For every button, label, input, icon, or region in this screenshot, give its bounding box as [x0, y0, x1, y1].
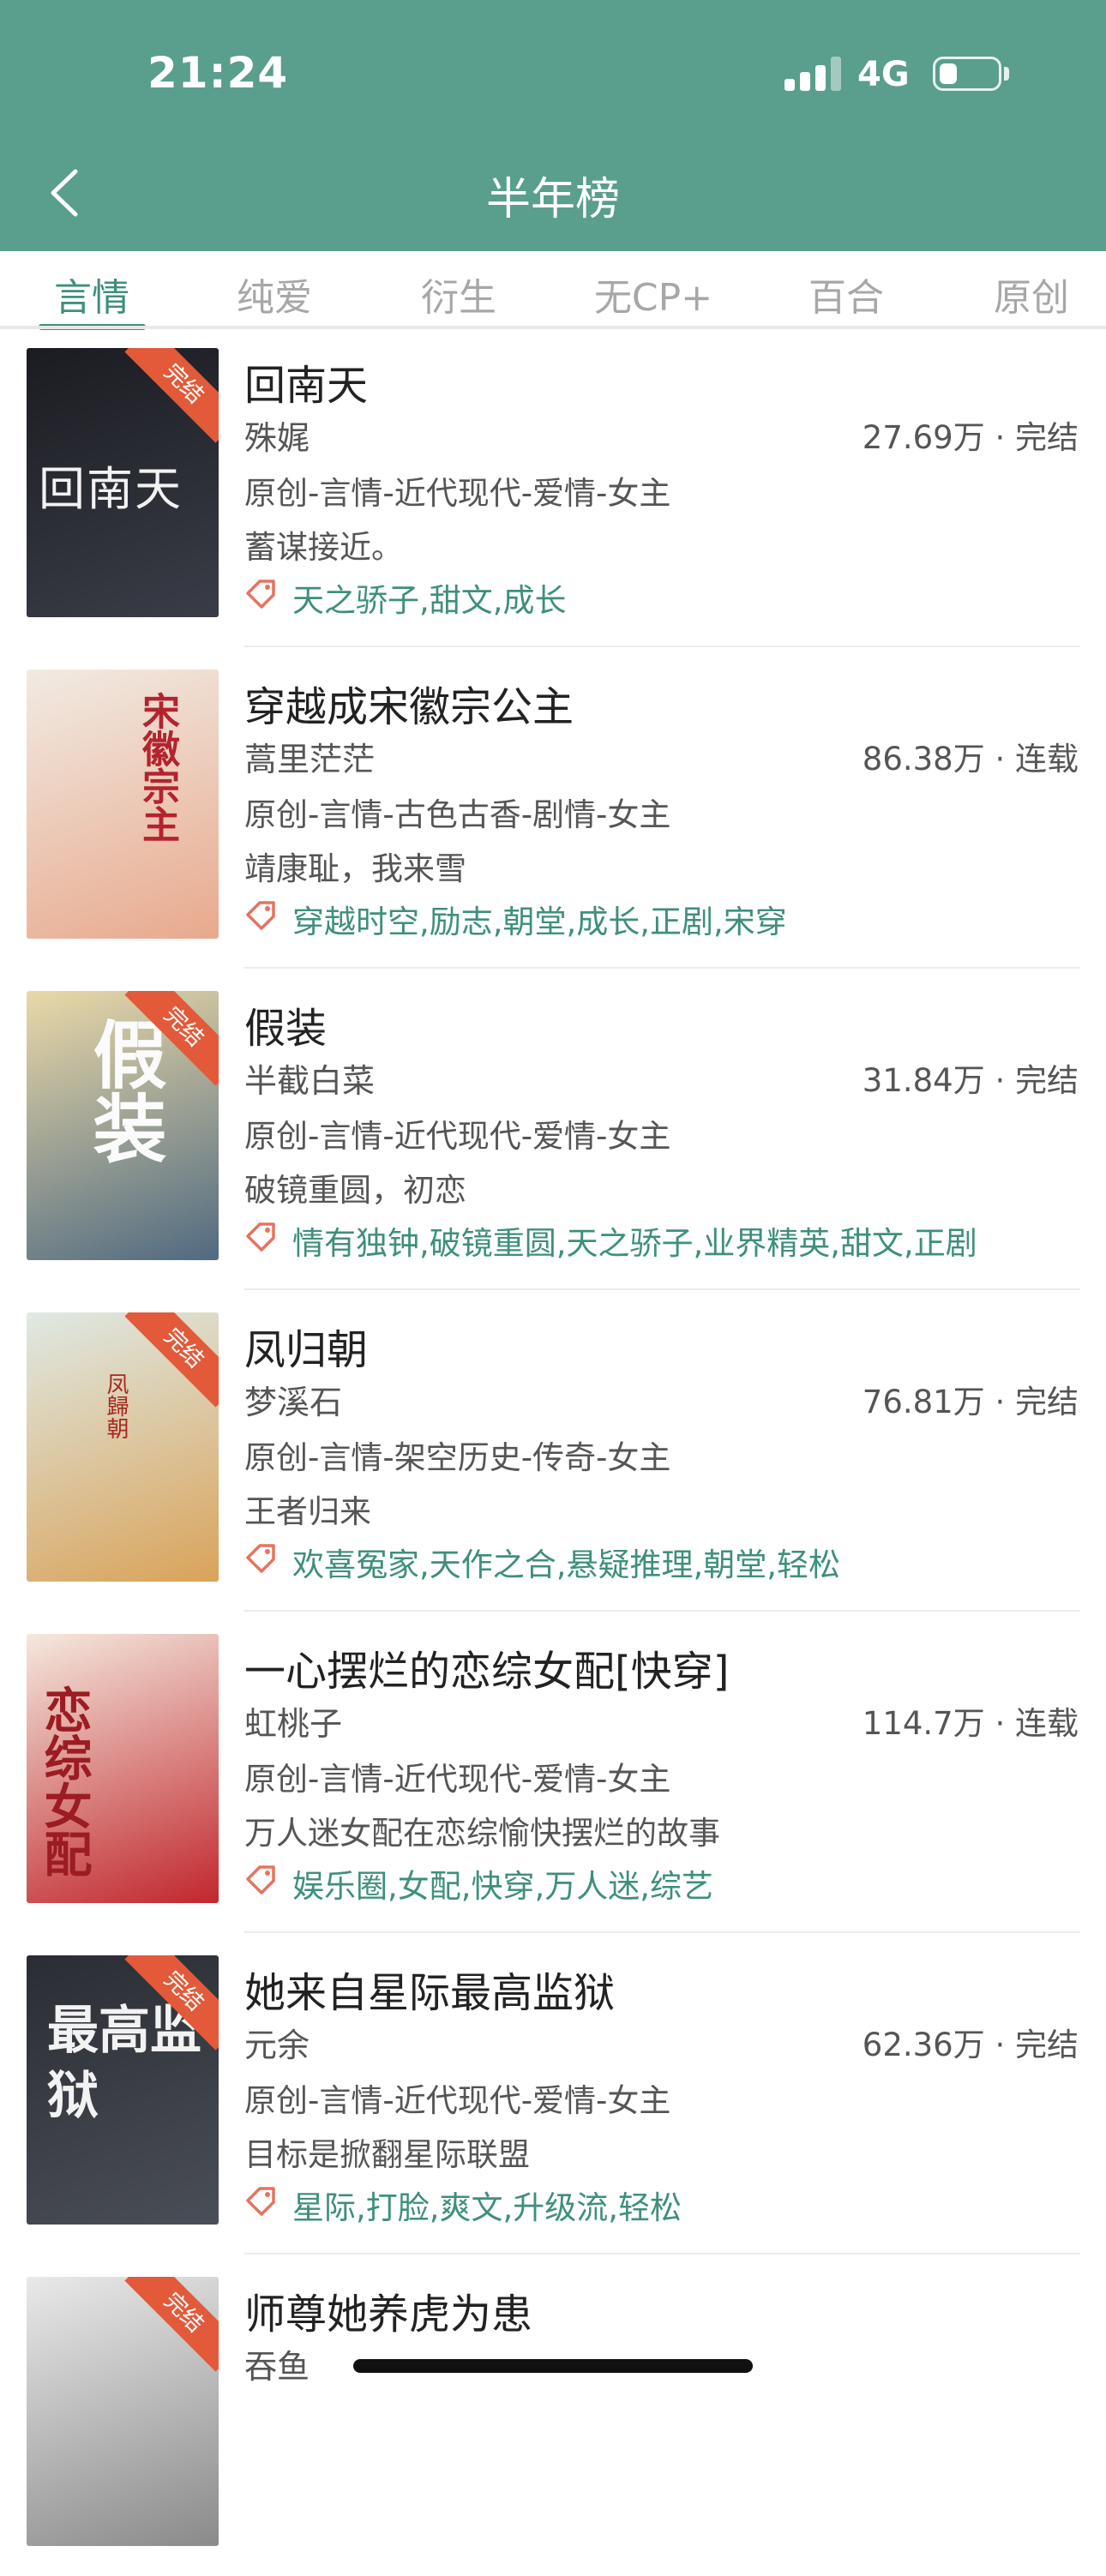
battery-icon: [933, 57, 1001, 91]
book-item[interactable]: 最高监狱 完结 她来自星际最高监狱 元余 62.36万 · 完结原创-言情-近代现代-爱…: [0, 1933, 1106, 2255]
book-author[interactable]: 殊娓: [244, 411, 310, 459]
book-tags[interactable]: 情有独钟,破镜重圆,天之骄子,业界精英,甜文,正剧: [292, 1217, 977, 1264]
tag-icon: [244, 2183, 279, 2218]
tab-baihe[interactable]: 百合: [808, 267, 884, 321]
page-title: 半年榜: [485, 174, 620, 225]
book-stats: 86.38万 · 连载: [862, 741, 1079, 778]
book-item[interactable]: 假装 完结 假装 半截白菜 31.84万 · 完结 原创-言情-近代现代-爱情-女主 破镜重…: [0, 969, 1106, 1290]
book-tags[interactable]: 星际,打脸,爽文,升级流,轻松: [292, 2182, 682, 2228]
book-genre: 原创-言情-近代现代-爱情-女主: [244, 2082, 671, 2119]
cover-title: 恋综女配: [36, 1685, 93, 1877]
book-title[interactable]: 回南天: [244, 351, 368, 411]
book-genre: 原创-言情-近代现代-爱情-女主: [244, 1118, 671, 1155]
tab-chunai[interactable]: 纯爱: [237, 267, 312, 321]
book-title[interactable]: 假装: [244, 994, 327, 1054]
book-description: 靖康耻，我来雪: [244, 850, 466, 887]
book-cover[interactable]: 凤歸朝 完结: [27, 1312, 219, 1582]
book-cover[interactable]: 完结: [27, 2277, 219, 2546]
book-tags[interactable]: 穿越时空,励志,朝堂,成长,正剧,宋穿: [292, 896, 787, 942]
book-author[interactable]: 蒿里茫茫: [244, 733, 375, 780]
book-description: 万人迷女配在恋综愉快摆烂的故事: [244, 1815, 720, 1852]
book-stats: 27.69万 · 完结: [862, 419, 1079, 456]
home-indicator: [353, 2359, 753, 2373]
book-author[interactable]: 虹桃子: [244, 1697, 342, 1744]
book-cover[interactable]: 恋综女配: [27, 1634, 219, 1903]
book-description: 蓄谋接近。: [244, 529, 403, 566]
book-title[interactable]: 穿越成宋徽宗公主: [244, 673, 574, 733]
book-description: 王者归来: [244, 1493, 371, 1530]
book-stats: 76.81万 · 完结: [862, 1384, 1079, 1420]
category-tabs: 言情 纯爱 衍生 无CP+ 百合 原创: [0, 251, 1106, 330]
book-description: 目标是掀翻星际联盟: [244, 2136, 530, 2173]
book-stats: 114.7万 · 连载: [862, 1705, 1079, 1742]
book-item[interactable]: 恋综女配 一心摆烂的恋综女配[快穿] 虹桃子 114.7万 · 连载原创-言情-近代现…: [0, 1612, 1106, 1933]
book-tags[interactable]: 娱乐圈,女配,快穿,万人迷,综艺: [292, 1860, 713, 1906]
book-cover[interactable]: 最高监狱 完结: [27, 1955, 219, 2225]
completed-badge: 完结: [124, 348, 219, 443]
book-item[interactable]: 回南天 完结 回南天 殊娓 27.69万 · 完结 原创-言情-近代现代-爱情-女主 蓄谋接…: [0, 326, 1106, 647]
tag-icon: [244, 898, 279, 932]
book-genre: 原创-言情-古色古香-剧情-女主: [244, 796, 671, 833]
status-time: 21:24: [147, 48, 289, 98]
book-item[interactable]: 完结 师尊她养虎为患 吞鱼: [0, 2255, 1106, 2576]
tag-icon: [244, 1219, 279, 1253]
book-author[interactable]: 梦溪石: [244, 1376, 342, 1423]
book-stats: 62.36万 · 完结: [862, 2027, 1079, 2063]
cover-title: 最高监狱: [47, 2001, 201, 2126]
completed-badge: 完结: [124, 1312, 219, 1408]
signal-strength-icon: [784, 57, 841, 91]
tab-yuanchuang[interactable]: 原创: [994, 267, 1069, 321]
book-item[interactable]: 宋徽宗主 穿越成宋徽宗公主 蒿里茫茫 86.38万 · 连载原创-言情-古色古香-剧情…: [0, 647, 1106, 969]
book-cover[interactable]: 宋徽宗主: [27, 670, 219, 939]
book-tags[interactable]: 欢喜冤家,天作之合,悬疑推理,朝堂,轻松: [292, 1539, 840, 1585]
app-header: 21:24 4G 半年榜: [0, 0, 1106, 251]
tag-icon: [244, 1862, 279, 1896]
cover-title: 假装: [80, 1017, 166, 1164]
completed-badge: 完结: [124, 2277, 219, 2372]
book-author[interactable]: 吞鱼: [244, 2340, 310, 2387]
book-item[interactable]: 凤歸朝 完结 凤归朝 梦溪石 76.81万 · 完结原创-言情-架空历史-传奇-女主 王者…: [0, 1290, 1106, 1612]
cover-title: 回南天: [39, 462, 183, 516]
book-cover[interactable]: 回南天 完结: [27, 348, 219, 617]
book-genre: 原创-言情-近代现代-爱情-女主: [244, 1761, 671, 1798]
book-author[interactable]: 半截白菜: [244, 1054, 375, 1102]
cover-title: 凤歸朝: [103, 1372, 129, 1439]
tab-yanqing[interactable]: 言情: [54, 267, 129, 321]
book-cover[interactable]: 假装 完结: [27, 991, 219, 1260]
cover-title: 宋徽宗主: [135, 692, 179, 843]
book-tags[interactable]: 天之骄子,甜文,成长: [292, 574, 567, 621]
book-title[interactable]: 师尊她养虎为患: [244, 2280, 532, 2340]
book-genre: 原创-言情-架空历史-传奇-女主: [244, 1439, 671, 1476]
book-description: 破镜重圆，初恋: [244, 1172, 466, 1209]
network-type: 4G: [857, 55, 910, 94]
tab-yansheng[interactable]: 衍生: [421, 267, 496, 321]
book-genre: 原创-言情-近代现代-爱情-女主: [244, 475, 671, 512]
tag-icon: [244, 576, 279, 610]
book-title[interactable]: 凤归朝: [244, 1316, 368, 1376]
book-stats: 31.84万 · 完结: [862, 1062, 1079, 1099]
tab-no-cp[interactable]: 无CP+: [594, 267, 712, 321]
battery-tip: [1004, 67, 1009, 81]
book-title[interactable]: 一心摆烂的恋综女配[快穿]: [244, 1637, 729, 1697]
book-title[interactable]: 她来自星际最高监狱: [244, 1959, 615, 2019]
tag-icon: [244, 1540, 279, 1575]
book-author[interactable]: 元余: [244, 2019, 310, 2066]
